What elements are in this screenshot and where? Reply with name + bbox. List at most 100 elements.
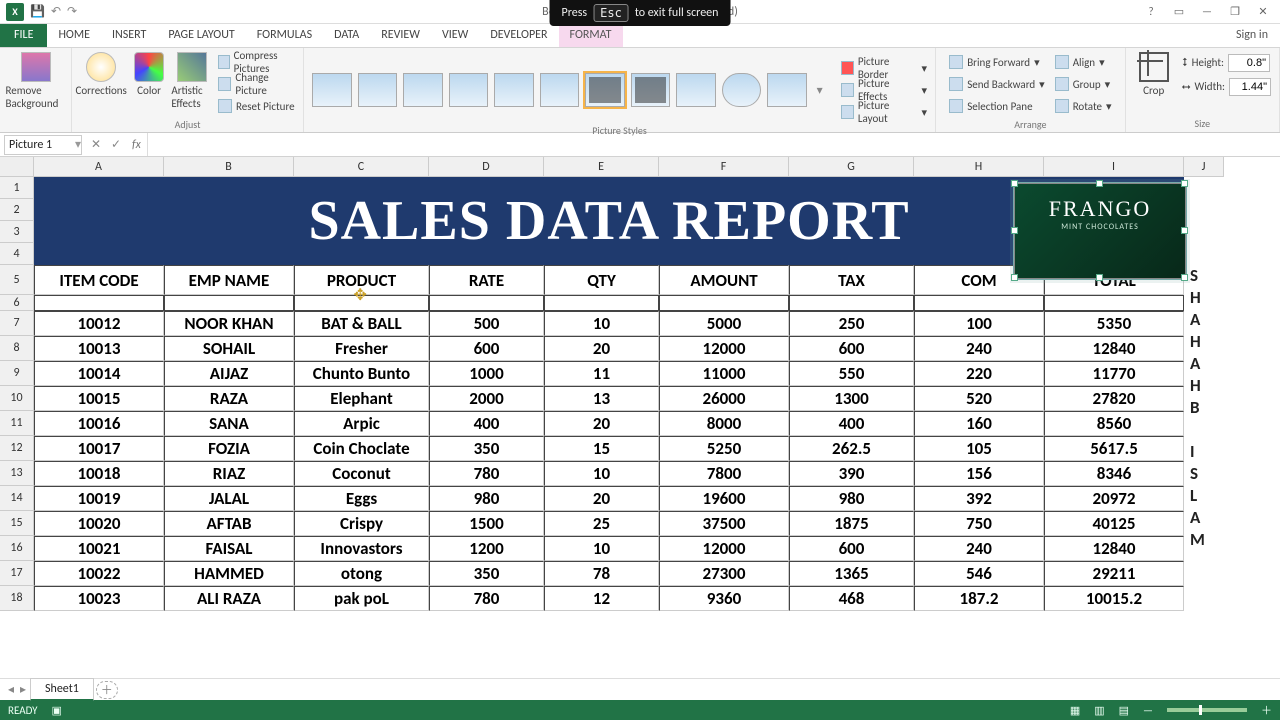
picture-style-9[interactable]: [676, 73, 716, 107]
qat-redo-icon[interactable]: ↷: [67, 4, 77, 19]
tab-data[interactable]: DATA: [323, 23, 370, 47]
signin-link[interactable]: Sign in: [1224, 23, 1280, 47]
data-cell[interactable]: 37500: [659, 511, 789, 536]
sheet-tab-sheet1[interactable]: Sheet1: [30, 678, 94, 701]
tab-developer[interactable]: DEVELOPER: [479, 23, 558, 47]
data-cell[interactable]: 10020: [34, 511, 164, 536]
data-cell[interactable]: 5617.5: [1044, 436, 1184, 461]
picture-style-7[interactable]: [585, 73, 625, 107]
data-cell[interactable]: BAT & BALL: [294, 311, 429, 336]
data-cell[interactable]: 1300: [789, 386, 914, 411]
row-header-18[interactable]: 18: [0, 586, 34, 611]
data-cell[interactable]: 240: [914, 536, 1044, 561]
data-cell[interactable]: 1365: [789, 561, 914, 586]
picture-style-2[interactable]: [358, 73, 398, 107]
picture-effects-button[interactable]: Picture Effects ▾: [841, 80, 927, 100]
data-cell[interactable]: Crispy: [294, 511, 429, 536]
data-cell[interactable]: Eggs: [294, 486, 429, 511]
data-cell[interactable]: 780: [429, 461, 544, 486]
blank-cell[interactable]: [914, 295, 1044, 311]
data-cell[interactable]: 8346: [1044, 461, 1184, 486]
data-cell[interactable]: 8000: [659, 411, 789, 436]
data-cell[interactable]: 1000: [429, 361, 544, 386]
tab-file[interactable]: FILE: [0, 23, 47, 47]
data-cell[interactable]: 1200: [429, 536, 544, 561]
group-objects-button[interactable]: Group ▾: [1055, 74, 1112, 94]
header-cell[interactable]: QTY: [544, 265, 659, 295]
picture-style-6[interactable]: [540, 73, 580, 107]
data-cell[interactable]: RAZA: [164, 386, 294, 411]
data-cell[interactable]: 15: [544, 436, 659, 461]
color-button[interactable]: Color: [133, 52, 166, 97]
picture-style-10[interactable]: [722, 73, 762, 107]
data-cell[interactable]: 20: [544, 486, 659, 511]
data-cell[interactable]: 19600: [659, 486, 789, 511]
data-cell[interactable]: 100: [914, 311, 1044, 336]
data-cell[interactable]: 13: [544, 386, 659, 411]
sheet-nav-first-icon[interactable]: ◂: [8, 682, 14, 697]
blank-cell[interactable]: [1044, 295, 1184, 311]
data-cell[interactable]: 8560: [1044, 411, 1184, 436]
data-cell[interactable]: 546: [914, 561, 1044, 586]
row-header-9[interactable]: 9: [0, 361, 34, 386]
artistic-effects-button[interactable]: Artistic Effects: [171, 52, 212, 110]
row-header-8[interactable]: 8: [0, 336, 34, 361]
data-cell[interactable]: 11770: [1044, 361, 1184, 386]
blank-cell[interactable]: [164, 295, 294, 311]
data-cell[interactable]: 5250: [659, 436, 789, 461]
picture-style-8[interactable]: [631, 73, 671, 107]
data-cell[interactable]: pak poL: [294, 586, 429, 611]
data-cell[interactable]: 10019: [34, 486, 164, 511]
col-header-H[interactable]: H: [914, 157, 1044, 177]
data-cell[interactable]: Innovastors: [294, 536, 429, 561]
data-cell[interactable]: HAMMED: [164, 561, 294, 586]
col-header-G[interactable]: G: [789, 157, 914, 177]
data-cell[interactable]: 980: [789, 486, 914, 511]
corrections-button[interactable]: Corrections: [76, 52, 127, 97]
close-icon[interactable]: ✕: [1250, 3, 1276, 21]
data-cell[interactable]: 10015: [34, 386, 164, 411]
data-cell[interactable]: 5000: [659, 311, 789, 336]
fx-icon[interactable]: fx: [126, 138, 147, 152]
row-header-14[interactable]: 14: [0, 486, 34, 511]
inserted-picture[interactable]: FRANGOMINT CHOCOLATES: [1014, 183, 1186, 279]
data-cell[interactable]: 10016: [34, 411, 164, 436]
picture-border-button[interactable]: Picture Border ▾: [841, 58, 927, 78]
row-header-1[interactable]: 1: [0, 177, 34, 199]
data-cell[interactable]: 220: [914, 361, 1044, 386]
qat-save-icon[interactable]: 💾: [30, 4, 45, 19]
col-header-C[interactable]: C: [294, 157, 429, 177]
data-cell[interactable]: 780: [429, 586, 544, 611]
tab-view[interactable]: VIEW: [431, 23, 479, 47]
align-button[interactable]: Align ▾: [1055, 52, 1112, 72]
view-page-icon[interactable]: ▥: [1094, 704, 1104, 717]
data-cell[interactable]: Arpic: [294, 411, 429, 436]
selection-handle[interactable]: [1181, 274, 1188, 281]
data-cell[interactable]: 10022: [34, 561, 164, 586]
data-cell[interactable]: 20: [544, 411, 659, 436]
blank-cell[interactable]: [789, 295, 914, 311]
data-cell[interactable]: AFTAB: [164, 511, 294, 536]
col-header-F[interactable]: F: [659, 157, 789, 177]
data-cell[interactable]: 105: [914, 436, 1044, 461]
compress-pictures-button[interactable]: Compress Pictures: [218, 52, 300, 72]
data-cell[interactable]: SOHAIL: [164, 336, 294, 361]
width-input[interactable]: [1229, 78, 1271, 96]
header-cell[interactable]: TAX: [789, 265, 914, 295]
bring-forward-button[interactable]: Bring Forward ▾: [949, 52, 1044, 72]
row-header-6[interactable]: 6: [0, 295, 34, 311]
name-box[interactable]: Picture 1▾: [4, 135, 82, 155]
data-cell[interactable]: 1500: [429, 511, 544, 536]
selection-pane-button[interactable]: Selection Pane: [949, 96, 1044, 116]
data-cell[interactable]: 156: [914, 461, 1044, 486]
data-cell[interactable]: 27300: [659, 561, 789, 586]
data-cell[interactable]: ALI RAZA: [164, 586, 294, 611]
data-cell[interactable]: 400: [789, 411, 914, 436]
sheet-area[interactable]: ABCDEFGHIJ 123456789101112131415161718 S…: [0, 157, 1280, 678]
data-cell[interactable]: 12840: [1044, 336, 1184, 361]
col-header-D[interactable]: D: [429, 157, 544, 177]
picture-style-4[interactable]: [449, 73, 489, 107]
col-header-I[interactable]: I: [1044, 157, 1184, 177]
picture-style-11[interactable]: [767, 73, 807, 107]
grid-body[interactable]: SALES DATA REPORTITEM CODEEMP NAMEPRODUC…: [34, 177, 1280, 678]
